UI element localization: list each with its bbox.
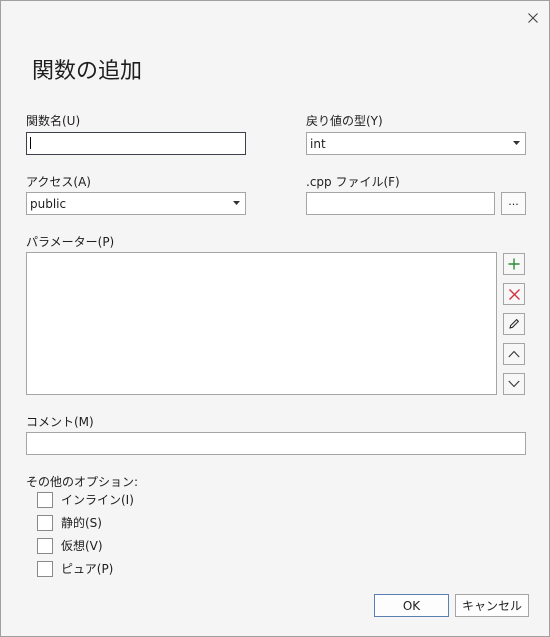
- pure-option[interactable]: ピュア(P): [37, 560, 113, 577]
- static-option-label: 静的(S): [61, 516, 102, 530]
- browse-label: ...: [508, 195, 519, 208]
- close-icon: [528, 13, 538, 23]
- return-type-value: int: [310, 136, 326, 151]
- comment-label: コメント(M): [26, 415, 94, 429]
- comment-input[interactable]: [26, 432, 526, 455]
- cpp-file-label: .cpp ファイル(F): [306, 175, 400, 189]
- access-label: アクセス(A): [26, 175, 91, 189]
- close-button[interactable]: [522, 7, 544, 29]
- return-type-label: 戻り値の型(Y): [306, 114, 383, 128]
- inline-option[interactable]: インライン(I): [37, 491, 134, 508]
- add-parameter-button[interactable]: [503, 253, 525, 275]
- add-function-dialog: 関数の追加 関数名(U) 戻り値の型(Y) int アクセス(A) public…: [0, 0, 550, 637]
- virtual-checkbox[interactable]: [37, 537, 53, 554]
- dropdown-arrow-icon: [233, 201, 240, 205]
- move-down-button[interactable]: [503, 373, 525, 395]
- pencil-icon: [509, 318, 520, 329]
- edit-parameter-button[interactable]: [503, 313, 525, 335]
- cancel-button[interactable]: キャンセル: [455, 594, 529, 617]
- inline-option-label: インライン(I): [61, 493, 134, 507]
- function-name-input[interactable]: [26, 132, 246, 155]
- virtual-option-label: 仮想(V): [61, 539, 103, 553]
- virtual-option[interactable]: 仮想(V): [37, 537, 103, 554]
- parameters-label: パラメーター(P): [26, 235, 115, 249]
- dialog-title: 関数の追加: [32, 59, 143, 84]
- remove-parameter-button[interactable]: [503, 283, 525, 305]
- pure-checkbox[interactable]: [37, 560, 53, 577]
- plus-icon: [508, 258, 520, 270]
- ok-button[interactable]: OK: [374, 594, 449, 617]
- static-checkbox[interactable]: [37, 514, 53, 531]
- dropdown-arrow-icon: [513, 141, 520, 145]
- static-option[interactable]: 静的(S): [37, 514, 102, 531]
- x-icon: [508, 288, 520, 300]
- other-options-label: その他のオプション:: [26, 475, 139, 489]
- parameters-list[interactable]: [26, 252, 497, 395]
- move-up-button[interactable]: [503, 343, 525, 365]
- browse-button[interactable]: ...: [501, 192, 526, 215]
- inline-checkbox[interactable]: [37, 491, 53, 508]
- text-caret: [30, 137, 31, 149]
- cpp-file-input[interactable]: [306, 192, 495, 215]
- access-value: public: [30, 196, 67, 211]
- pure-option-label: ピュア(P): [61, 562, 114, 576]
- chevron-down-icon: [508, 380, 520, 388]
- access-combobox[interactable]: public: [26, 192, 246, 215]
- chevron-up-icon: [508, 350, 520, 358]
- return-type-combobox[interactable]: int: [306, 132, 526, 155]
- function-name-label: 関数名(U): [26, 114, 81, 128]
